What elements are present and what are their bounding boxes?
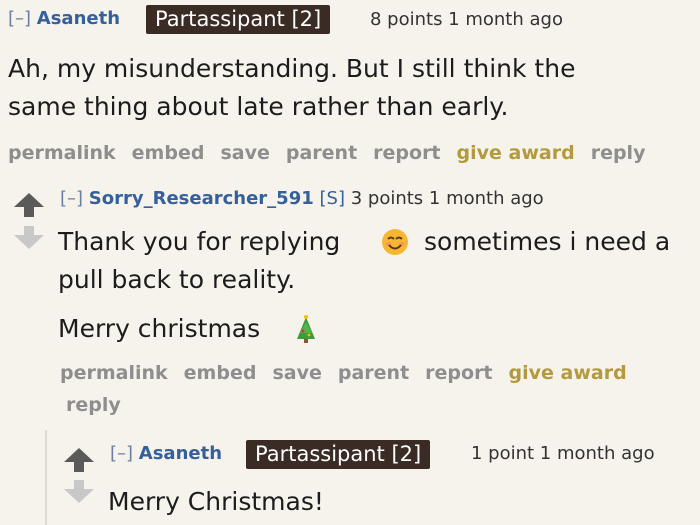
reply-link[interactable]: reply: [66, 394, 121, 416]
parent-link[interactable]: parent: [286, 142, 357, 164]
collapse-toggle[interactable]: [–]: [60, 188, 83, 209]
collapse-toggle[interactable]: [–]: [8, 8, 31, 29]
christmas-tree-icon: [293, 314, 319, 344]
points-and-time: 8 points 1 month ago: [370, 9, 563, 30]
embed-link[interactable]: embed: [132, 142, 205, 164]
embed-link[interactable]: embed: [184, 362, 257, 384]
author-link[interactable]: Sorry_Researcher_591: [89, 188, 314, 209]
comment-actions-wrap: reply: [66, 394, 137, 416]
comment-body-line: Merry christmas: [58, 314, 261, 343]
comment-body-line: pull back to reality.: [58, 265, 296, 294]
comment-header: [–] Asaneth: [8, 8, 120, 29]
save-link[interactable]: save: [220, 142, 269, 164]
upvote-arrow-icon[interactable]: [64, 448, 94, 472]
reply-link[interactable]: reply: [591, 142, 646, 164]
report-link[interactable]: report: [373, 142, 440, 164]
comment-body-line: Merry Christmas!: [108, 487, 324, 516]
downvote-arrow-icon[interactable]: [14, 226, 44, 249]
points-and-time: 1 point 1 month ago: [471, 443, 655, 464]
comment-body-line: Thank you for replying: [58, 227, 341, 256]
comment-header: [–] Sorry_Researcher_591 [S] 3 points 1 …: [60, 188, 544, 209]
smiling-face-icon: [381, 228, 409, 256]
points-and-time: 3 points 1 month ago: [350, 188, 544, 209]
permalink-link[interactable]: permalink: [8, 142, 116, 164]
comment-body-line: same thing about late rather than early.: [8, 92, 509, 121]
user-flair: Partassipant [2]: [146, 5, 331, 34]
thread-line: [45, 430, 47, 525]
comment-actions: permalink embed save parent report give award: [60, 362, 643, 384]
author-link[interactable]: Asaneth: [139, 443, 222, 464]
parent-link[interactable]: parent: [338, 362, 409, 384]
comment-body-line: Ah, my misunderstanding. But I still thi…: [8, 54, 576, 83]
save-link[interactable]: save: [272, 362, 321, 384]
author-link[interactable]: Asaneth: [37, 8, 120, 29]
submitter-tag: [S]: [319, 188, 345, 209]
comment-actions: permalink embed save parent report give award…: [8, 142, 661, 164]
upvote-arrow-icon[interactable]: [14, 193, 44, 217]
give-award-link[interactable]: give award: [457, 142, 575, 164]
downvote-arrow-icon[interactable]: [64, 480, 94, 503]
report-link[interactable]: report: [425, 362, 492, 384]
user-flair: Partassipant [2]: [246, 440, 431, 469]
comment-body-line: sometimes i need a: [424, 227, 671, 256]
comment-header: [–] Asaneth: [110, 443, 222, 464]
give-award-link[interactable]: give award: [509, 362, 627, 384]
collapse-toggle[interactable]: [–]: [110, 443, 133, 464]
permalink-link[interactable]: permalink: [60, 362, 168, 384]
